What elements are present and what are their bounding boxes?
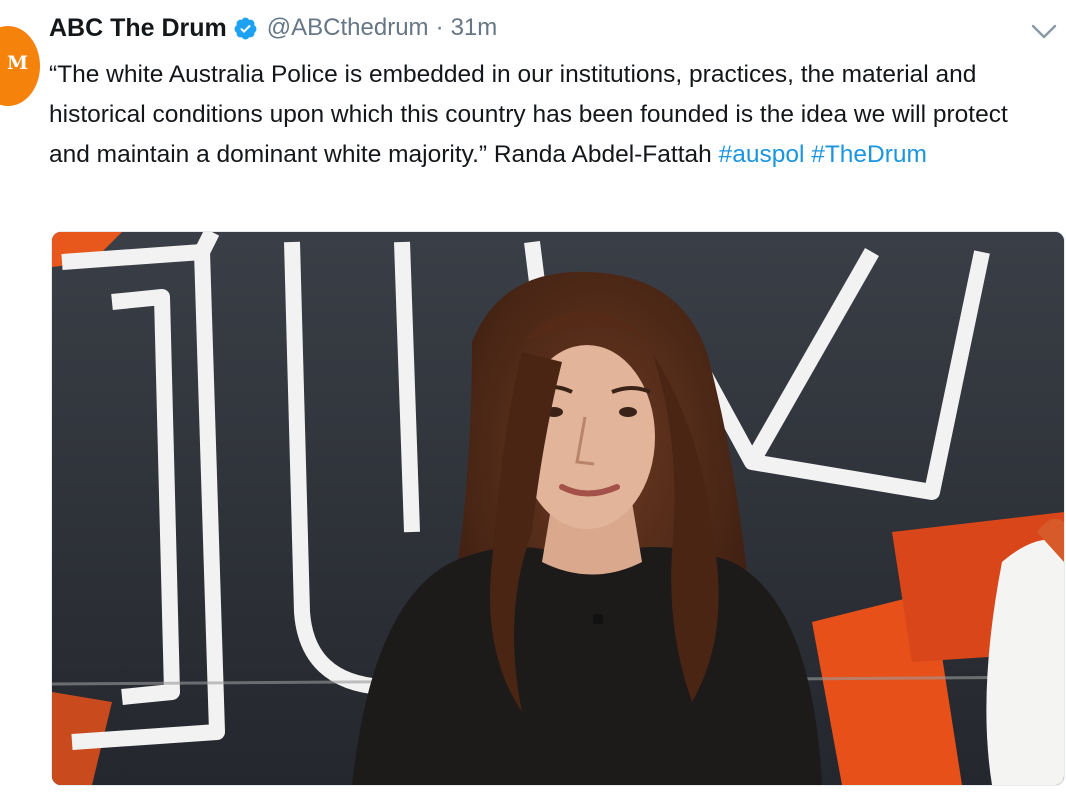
timestamp[interactable]: 31m bbox=[451, 14, 498, 42]
tweet-media-photo[interactable] bbox=[51, 231, 1065, 786]
tweet: M ABC The Drum @ABCthedrum · 31m “The wh… bbox=[0, 0, 1066, 798]
display-name[interactable]: ABC The Drum bbox=[49, 14, 227, 43]
tweet-header: ABC The Drum @ABCthedrum · 31m bbox=[49, 10, 497, 46]
hashtag-thedrum[interactable]: #TheDrum bbox=[811, 141, 927, 168]
verified-badge-icon bbox=[234, 17, 257, 39]
avatar-letter: M bbox=[6, 52, 28, 74]
tweet-text: “The white Australia Police is embedded … bbox=[49, 55, 1049, 175]
avatar[interactable]: M bbox=[0, 26, 40, 106]
chevron-down-icon[interactable] bbox=[1030, 22, 1058, 42]
handle[interactable]: @ABCthedrum bbox=[267, 14, 429, 42]
separator-dot: · bbox=[435, 14, 444, 41]
hashtag-auspol[interactable]: #auspol bbox=[719, 141, 805, 168]
photo-illustration bbox=[52, 232, 1064, 785]
